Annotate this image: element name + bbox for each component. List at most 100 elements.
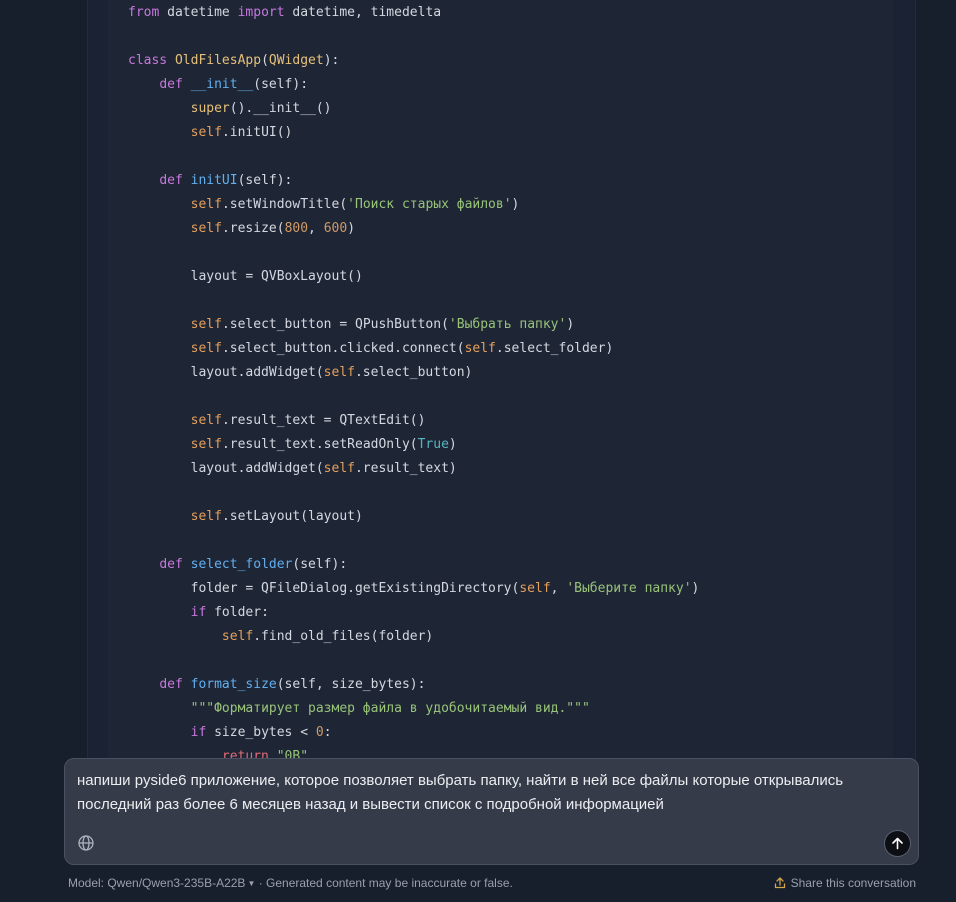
code-line: self.select_button.clicked.connect(self.… [128,337,699,361]
code-token: datetime [159,5,238,20]
code-token: , [308,221,324,236]
code-token: self [190,317,222,332]
code-token: def [159,77,183,92]
code-token: self [190,221,222,236]
code-token: .select_button) [354,365,473,380]
code-line: self.setLayout(layout) [128,505,699,529]
code-line: def format_size(self, size_bytes): [128,673,699,697]
code-token: folder = QFileDialog.getExistingDirector… [128,581,520,596]
code-token: ().__init__() [229,101,332,116]
code-token: layout.addWidget( [128,365,324,380]
code-token: : [323,725,332,740]
code-line: self.result_text = QTextEdit() [128,409,699,433]
code-line: super().__init__() [128,97,699,121]
code-token: .result_text.setReadOnly( [221,437,418,452]
share-conversation-button[interactable]: Share this conversation [774,876,916,890]
code-token: QWidget [268,53,324,68]
code-token: initUI [190,173,238,188]
globe-icon[interactable] [77,834,95,852]
code-token: from [128,5,160,20]
arrow-up-icon [892,837,903,850]
code-token: __init__ [190,77,254,92]
code-token: def [159,557,183,572]
code-token: (self): [237,173,293,188]
code-token: .resize( [221,221,285,236]
code-token: self [190,125,222,140]
code-token: 0 [315,725,324,740]
code-token: .setLayout(layout) [221,509,363,524]
disclaimer-text: · Generated content may be inaccurate or… [255,876,513,890]
code-token: .select_folder) [495,341,614,356]
code-token: 800 [284,221,309,236]
code-line: """Форматирует размер файла в удобочитае… [128,697,699,721]
code-token: def [159,173,183,188]
code-token: 'Поиск старых файлов' [347,197,512,212]
code-token: ) [448,437,457,452]
code-token: self [190,413,222,428]
code-token: 600 [323,221,348,236]
code-token: self [323,365,355,380]
code-token: self [190,341,222,356]
message-input[interactable]: напиши pyside6 приложение, которое позво… [77,769,897,817]
model-info: Model: Qwen/Qwen3-235B-A22B ▼ · Generated… [68,876,513,890]
code-line: def __init__(self): [128,73,699,97]
code-token: folder: [206,605,269,620]
code-token: self [323,461,355,476]
code-content: from datetime import datetime, timedelta… [128,1,699,769]
code-line: layout = QVBoxLayout() [128,265,699,289]
code-token: OldFilesApp [174,53,262,68]
code-line: self.select_button = QPushButton('Выбрат… [128,313,699,337]
code-token: ) [691,581,700,596]
code-token: import [237,5,285,20]
code-token: datetime, timedelta [284,5,442,20]
code-token: class [128,53,168,68]
send-button[interactable] [884,830,911,857]
code-line: if folder: [128,601,699,625]
code-line: self.setWindowTitle('Поиск старых файлов… [128,193,699,217]
code-token: .find_old_files(folder) [253,629,434,644]
code-token: layout = QVBoxLayout() [128,269,363,284]
code-token: self [190,509,222,524]
code-token: self [221,629,254,644]
code-token: True [417,437,449,452]
code-line: layout.addWidget(self.result_text) [128,457,699,481]
message-composer[interactable]: напиши pyside6 приложение, которое позво… [64,758,919,865]
code-line: def select_folder(self): [128,553,699,577]
code-token: self [190,437,222,452]
chat-page: from datetime import datetime, timedelta… [0,0,956,902]
code-token: self [519,581,551,596]
code-token: .initUI() [221,125,293,140]
code-token: (self): [253,77,309,92]
code-token: 'Выберите папку' [566,581,692,596]
model-selector[interactable]: Model: Qwen/Qwen3-235B-A22B ▼ [68,876,255,890]
code-token: 'Выбрать папку' [448,317,567,332]
code-token: ) [566,317,575,332]
code-line: def initUI(self): [128,169,699,193]
code-line: if size_bytes < 0: [128,721,699,745]
code-line: layout.addWidget(self.select_button) [128,361,699,385]
code-token: select_folder [190,557,293,572]
